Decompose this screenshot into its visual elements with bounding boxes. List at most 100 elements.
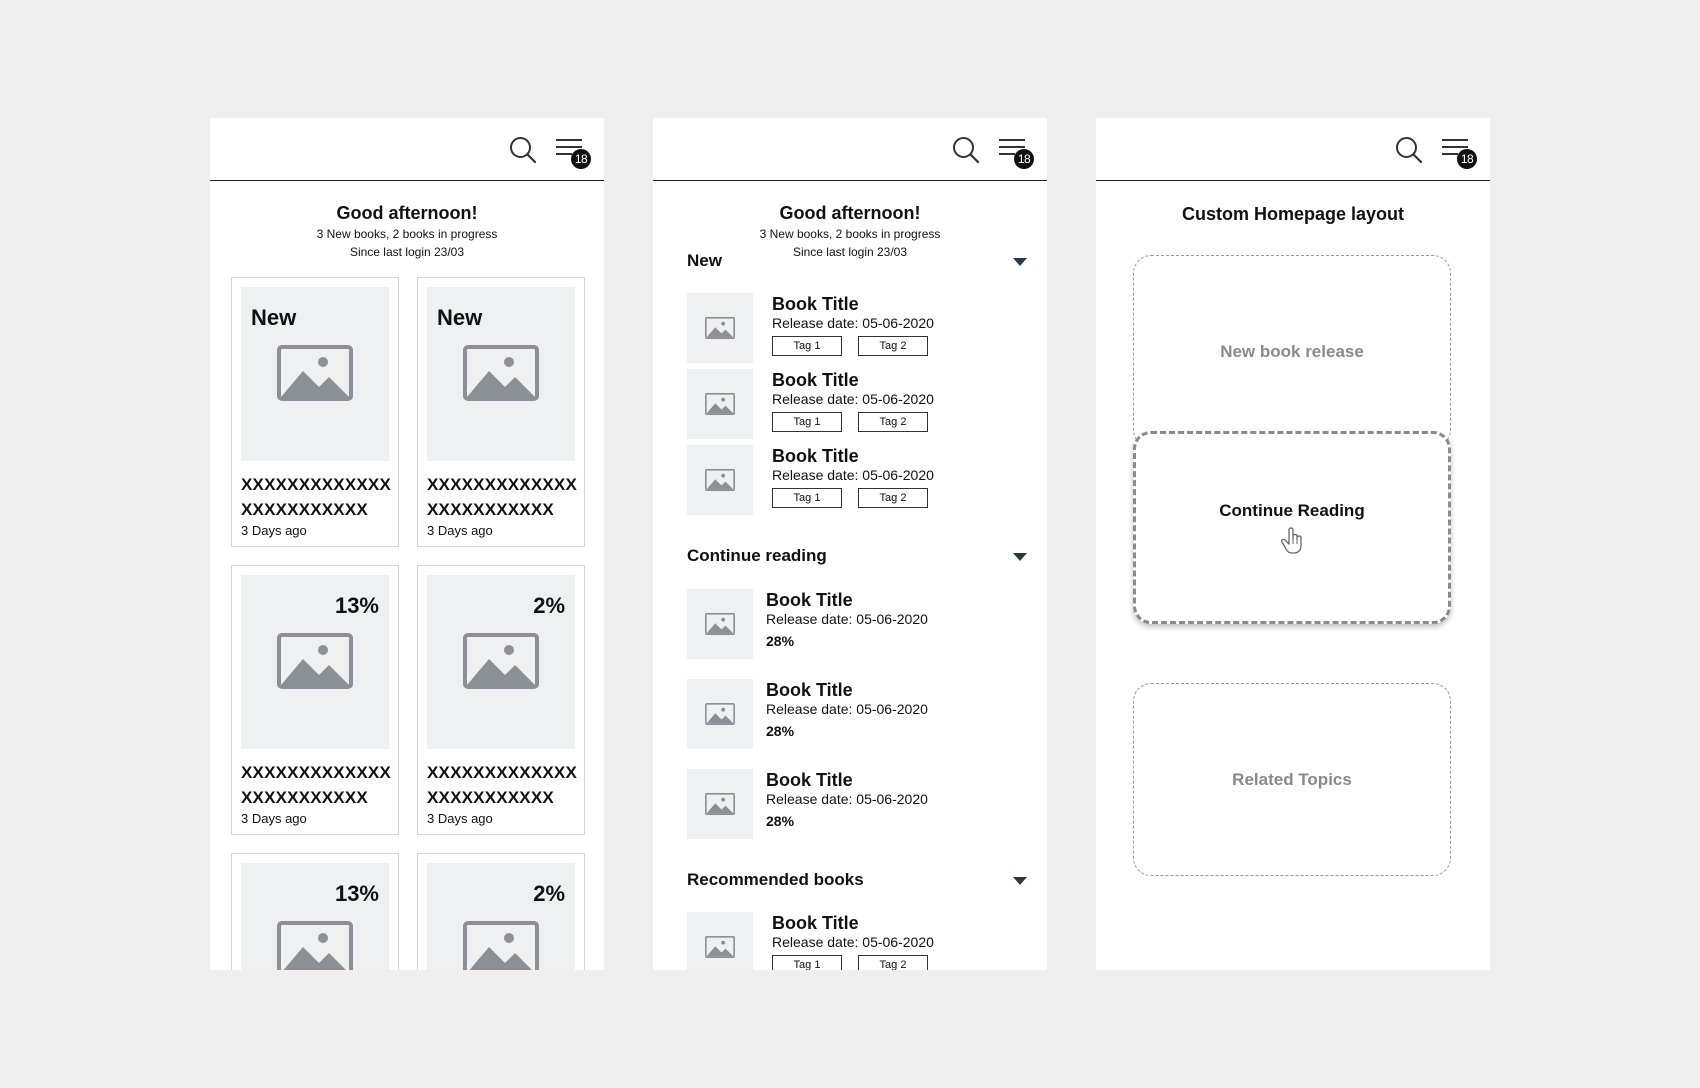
- tag-chip[interactable]: Tag 1: [772, 336, 842, 356]
- notification-badge: 18: [1014, 149, 1034, 169]
- greeting-title: Good afternoon!: [779, 203, 921, 223]
- tag-chip[interactable]: Tag 1: [772, 412, 842, 432]
- notification-badge: 18: [571, 149, 591, 169]
- book-title: Book Title: [766, 680, 853, 700]
- slot-label: New book release: [1220, 341, 1364, 361]
- release-date: Release date: 05-06-2020: [766, 611, 928, 627]
- book-title: Book Title: [766, 590, 853, 610]
- list-item[interactable]: Book Title Release date: 05-06-2020 Tag …: [687, 445, 1027, 517]
- section-label: New: [687, 251, 722, 270]
- search-icon[interactable]: [509, 136, 537, 164]
- list-item[interactable]: Book Title Release date: 05-06-2020 28%: [687, 589, 1027, 661]
- image-placeholder-icon: [277, 633, 353, 689]
- tag-chip[interactable]: Tag 2: [858, 336, 928, 356]
- greeting-since: Since last login 23/03: [349, 245, 465, 259]
- card-date: 3 Days ago: [241, 523, 307, 538]
- phone-screen-list: 18 Good afternoon! 3 New books, 2 books …: [653, 118, 1047, 970]
- greeting-summary: 3 New books, 2 books in progress: [316, 227, 498, 241]
- card-progress-label: 13%: [334, 593, 379, 618]
- top-bar: 18: [210, 118, 604, 181]
- progress-percent: 28%: [766, 723, 795, 739]
- greeting-summary: 3 New books, 2 books in progress: [759, 227, 941, 241]
- card-progress-label: 2%: [533, 881, 565, 906]
- page-title: Custom Homepage layout: [1181, 204, 1405, 224]
- book-cover: 2%: [427, 575, 575, 749]
- menu-button[interactable]: 18: [555, 138, 595, 172]
- book-thumbnail: [687, 293, 753, 363]
- top-bar: 18: [1096, 118, 1490, 181]
- list-item[interactable]: Book Title Release date: 05-06-2020 Tag …: [687, 912, 1027, 970]
- list-item[interactable]: Book Title Release date: 05-06-2020 Tag …: [687, 293, 1027, 365]
- layout-slot-related-topics[interactable]: Related Topics: [1133, 683, 1451, 876]
- book-title: Book Title: [766, 770, 853, 790]
- book-card[interactable]: 2% XXXXXXXXXXXXXXXXXXXXXXXX 3 Days ago: [417, 565, 585, 835]
- card-corner-label: New: [251, 305, 297, 330]
- book-thumbnail: [687, 912, 753, 970]
- book-title: Book Title: [772, 370, 859, 390]
- image-placeholder-icon: [705, 793, 735, 815]
- list-item[interactable]: Book Title Release date: 05-06-2020 28%: [687, 769, 1027, 841]
- book-title: Book Title: [772, 913, 859, 933]
- card-corner-label: New: [437, 305, 483, 330]
- book-card[interactable]: 13%: [231, 853, 399, 970]
- caret-down-icon[interactable]: [1013, 257, 1027, 267]
- phone-screen-custom-layout: 18 Custom Homepage layout New book relea…: [1096, 118, 1490, 970]
- image-placeholder-icon: [463, 921, 539, 970]
- release-date: Release date: 05-06-2020: [766, 701, 928, 717]
- book-thumbnail: [687, 769, 753, 839]
- release-date: Release date: 05-06-2020: [772, 391, 934, 407]
- book-card[interactable]: 2%: [417, 853, 585, 970]
- book-cover: 13%: [241, 575, 389, 749]
- image-placeholder-icon: [705, 936, 735, 958]
- card-title: XXXXXXXXXXXXXXXXXXXXXXXX: [241, 763, 392, 807]
- image-placeholder-icon: [705, 393, 735, 415]
- image-placeholder-icon: [277, 921, 353, 970]
- book-thumbnail: [687, 589, 753, 659]
- search-icon[interactable]: [952, 136, 980, 164]
- image-placeholder-icon: [705, 613, 735, 635]
- section-continue-header[interactable]: Continue reading: [687, 546, 1027, 570]
- list-item[interactable]: Book Title Release date: 05-06-2020 28%: [687, 679, 1027, 751]
- tag-chip[interactable]: Tag 2: [858, 955, 928, 970]
- layout-slot-new-book-release[interactable]: New book release: [1133, 255, 1451, 448]
- book-card[interactable]: 13% XXXXXXXXXXXXXXXXXXXXXXXX 3 Days ago: [231, 565, 399, 835]
- image-placeholder-icon: [463, 633, 539, 689]
- card-date: 3 Days ago: [241, 811, 307, 826]
- book-cover: 2%: [427, 863, 575, 970]
- caret-down-icon[interactable]: [1013, 876, 1027, 886]
- slot-label: Related Topics: [1232, 769, 1352, 789]
- release-date: Release date: 05-06-2020: [766, 791, 928, 807]
- layout-slot-continue-reading-dragging[interactable]: Continue Reading: [1133, 431, 1451, 624]
- book-title: Book Title: [772, 294, 859, 314]
- book-card[interactable]: New XXXXXXXXXXXXXXXXXXXXXXXX 3 Days ago: [231, 277, 399, 547]
- caret-down-icon[interactable]: [1013, 552, 1027, 562]
- image-placeholder-icon: [463, 345, 539, 401]
- top-bar: 18: [653, 118, 1047, 181]
- search-icon[interactable]: [1395, 136, 1423, 164]
- tag-chip[interactable]: Tag 1: [772, 955, 842, 970]
- section-recommended-header[interactable]: Recommended books: [687, 870, 1027, 894]
- menu-button[interactable]: 18: [1441, 138, 1481, 172]
- menu-button[interactable]: 18: [998, 138, 1038, 172]
- section-new-header[interactable]: New: [687, 251, 1027, 275]
- image-placeholder-icon: [705, 469, 735, 491]
- book-cover: New: [427, 287, 575, 461]
- card-title: XXXXXXXXXXXXXXXXXXXXXXXX: [241, 475, 392, 519]
- book-card[interactable]: New XXXXXXXXXXXXXXXXXXXXXXXX 3 Days ago: [417, 277, 585, 547]
- phone-screen-grid: 18 Good afternoon! 3 New books, 2 books …: [210, 118, 604, 970]
- release-date: Release date: 05-06-2020: [772, 315, 934, 331]
- card-date: 3 Days ago: [427, 523, 493, 538]
- tag-chip[interactable]: Tag 1: [772, 488, 842, 508]
- progress-percent: 28%: [766, 813, 795, 829]
- book-cover: New: [241, 287, 389, 461]
- tag-chip[interactable]: Tag 2: [858, 488, 928, 508]
- image-placeholder-icon: [705, 703, 735, 725]
- hand-pointer-icon: [1281, 526, 1302, 554]
- card-progress-label: 13%: [334, 881, 379, 906]
- tag-chip[interactable]: Tag 2: [858, 412, 928, 432]
- greeting-title: Good afternoon!: [336, 203, 478, 223]
- card-progress-label: 2%: [533, 593, 565, 618]
- list-item[interactable]: Book Title Release date: 05-06-2020 Tag …: [687, 369, 1027, 441]
- image-placeholder-icon: [705, 317, 735, 339]
- image-placeholder-icon: [277, 345, 353, 401]
